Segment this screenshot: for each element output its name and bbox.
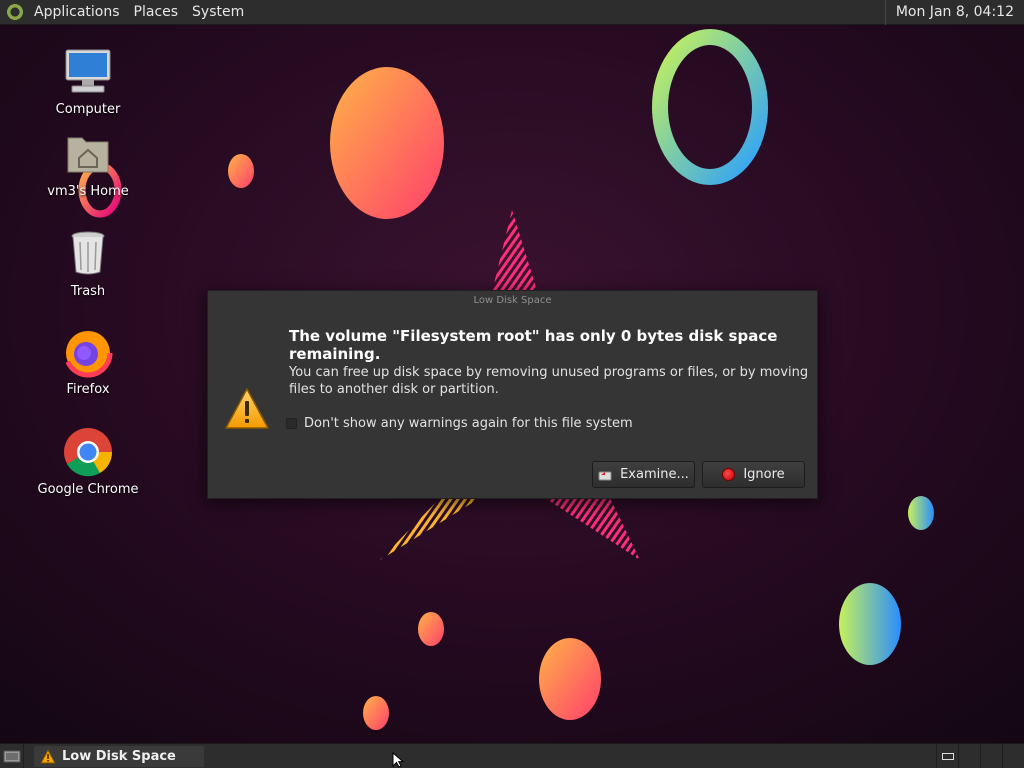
disk-analyzer-icon — [598, 471, 612, 480]
workspace-switcher — [936, 743, 1024, 768]
menu-places[interactable]: Places — [128, 0, 187, 25]
show-desktop-button[interactable] — [0, 743, 24, 768]
dialog-body-text: You can free up disk space by removing u… — [289, 365, 809, 397]
taskbar-item-low-disk-space[interactable]: Low Disk Space — [34, 745, 204, 767]
workspace-1[interactable] — [936, 743, 958, 768]
workspace-4[interactable] — [1002, 743, 1024, 768]
dont-show-warnings-checkbox[interactable] — [286, 418, 297, 429]
bottom-panel: Low Disk Space — [0, 743, 1024, 768]
examine-button[interactable]: Examine... — [592, 461, 695, 488]
menu-system[interactable]: System — [186, 0, 252, 25]
desktop-icon-trash[interactable]: Trash — [28, 228, 148, 299]
ignore-button-label: Ignore — [743, 467, 785, 482]
examine-button-label: Examine... — [620, 467, 689, 482]
workspace-3[interactable] — [980, 743, 1002, 768]
show-desktop-icon — [3, 750, 20, 763]
menu-applications[interactable]: Applications — [28, 0, 128, 25]
desktop-icon-label: Trash — [70, 284, 106, 299]
ignore-button[interactable]: Ignore — [702, 461, 805, 488]
desktop-icon-label: Google Chrome — [37, 482, 139, 497]
warning-icon — [40, 748, 56, 763]
workspace-window-icon — [941, 752, 954, 760]
main-menu-bar: Applications Places System — [0, 0, 252, 24]
firefox-icon — [62, 326, 114, 378]
chrome-icon — [62, 426, 114, 478]
taskbar-item-label: Low Disk Space — [62, 748, 176, 764]
desktop-icon-firefox[interactable]: Firefox — [28, 326, 148, 397]
dont-show-warnings-checkbox-row[interactable]: Don't show any warnings again for this f… — [286, 416, 633, 431]
low-disk-space-dialog: Low Disk Space The volume "Filesystem ro… — [207, 290, 818, 499]
mouse-cursor-icon — [392, 752, 405, 768]
desktop-icon-label: Computer — [55, 102, 121, 117]
desktop-icon-label: Firefox — [66, 382, 110, 397]
top-panel: Applications Places System Mon Jan 8, 04… — [0, 0, 1024, 25]
clock[interactable]: Mon Jan 8, 04:12 — [884, 0, 1024, 25]
computer-icon — [62, 46, 114, 98]
stop-icon — [722, 468, 736, 481]
home-folder-icon — [62, 128, 114, 180]
workspace-2[interactable] — [958, 743, 980, 768]
desktop-icon-home[interactable]: vm3's Home — [28, 128, 148, 199]
desktop-icon-computer[interactable]: Computer — [28, 46, 148, 117]
desktop-icon-chrome[interactable]: Google Chrome — [28, 426, 148, 497]
trash-icon — [62, 228, 114, 280]
distro-logo-icon[interactable] — [6, 3, 24, 21]
checkbox-label[interactable]: Don't show any warnings again for this f… — [304, 416, 633, 431]
desktop-icon-label: vm3's Home — [47, 184, 129, 199]
warning-icon — [224, 387, 270, 431]
dialog-title[interactable]: Low Disk Space — [208, 291, 817, 311]
dialog-heading: The volume "Filesystem root" has only 0 … — [289, 327, 778, 363]
